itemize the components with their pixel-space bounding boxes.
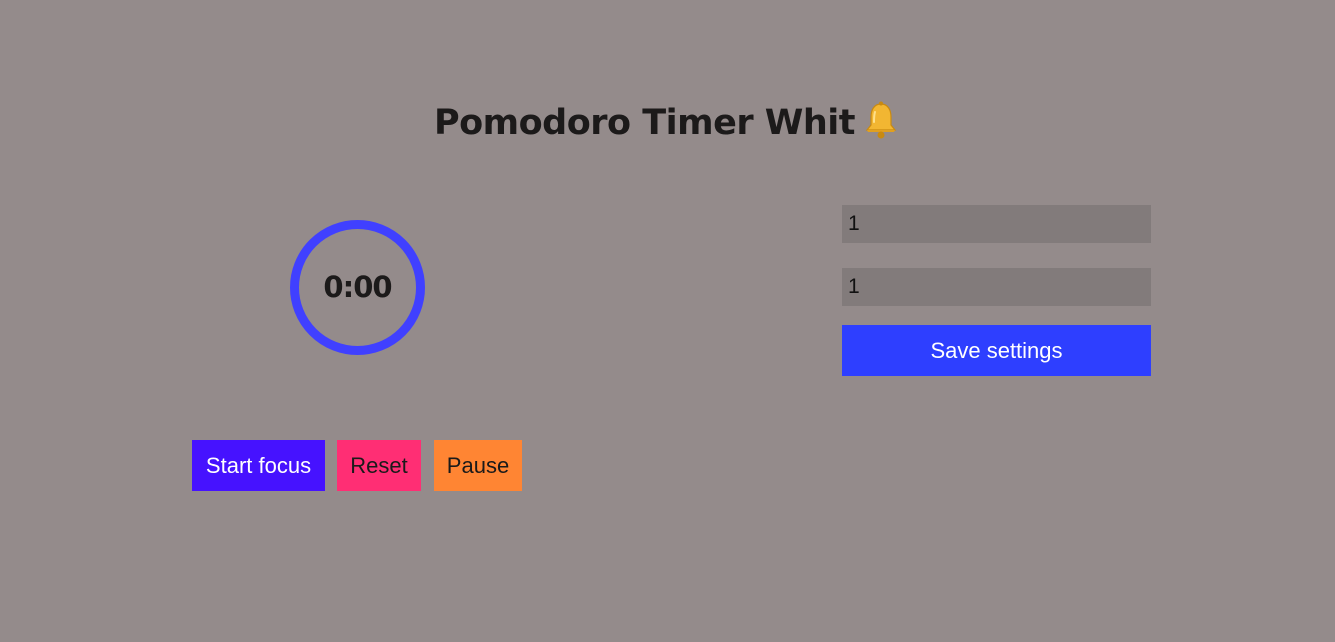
save-settings-button[interactable]: Save settings xyxy=(842,325,1151,376)
page-title-text: Pomodoro Timer Whit xyxy=(433,103,856,144)
timer-ring: 0:00 xyxy=(290,220,425,355)
timer-display: 0:00 xyxy=(323,270,392,304)
pomodoro-app: Pomodoro Timer Whit 0:00 Start focus Res… xyxy=(0,0,1335,642)
break-minutes-input[interactable] xyxy=(842,268,1151,306)
bell-icon xyxy=(865,101,897,139)
focus-minutes-input[interactable] xyxy=(842,205,1151,243)
page-title: Pomodoro Timer Whit xyxy=(0,99,1335,147)
pause-button[interactable]: Pause xyxy=(434,440,522,491)
reset-button[interactable]: Reset xyxy=(337,440,421,491)
start-focus-button[interactable]: Start focus xyxy=(192,440,325,491)
